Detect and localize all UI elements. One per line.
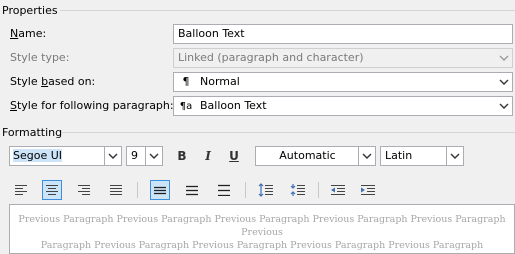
style-based-on-value: Normal <box>200 75 240 88</box>
align-left-icon <box>15 185 27 195</box>
increase-paragraph-spacing-button[interactable] <box>256 180 276 200</box>
single-spacing-icon <box>154 186 166 195</box>
style-type-label: Style type: <box>10 51 70 64</box>
align-center-button[interactable] <box>42 180 62 200</box>
style-type-value: Linked (paragraph and character) <box>178 51 364 64</box>
align-left-button[interactable] <box>11 180 31 200</box>
properties-divider <box>60 10 515 11</box>
toolbar-separator <box>245 182 246 198</box>
chevron-down-icon[interactable] <box>446 147 463 165</box>
single-spacing-button[interactable] <box>150 180 170 200</box>
script-dropdown[interactable]: Latin <box>380 146 464 166</box>
decrease-indent-icon <box>331 185 345 195</box>
one-and-half-spacing-icon <box>186 185 198 196</box>
chevron-down-icon[interactable] <box>145 147 162 165</box>
preview-previous-paragraph-line: Paragraph Previous Paragraph Previous Pa… <box>40 240 484 251</box>
chevron-down-icon[interactable] <box>496 97 512 115</box>
align-center-icon <box>46 185 58 195</box>
font-size-value: 9 <box>131 149 138 162</box>
chevron-down-icon[interactable] <box>104 147 121 165</box>
increase-indent-icon <box>361 185 375 195</box>
increase-indent-button[interactable] <box>358 180 378 200</box>
properties-group-title: Properties <box>2 4 58 17</box>
name-value: Balloon Text <box>178 27 245 40</box>
font-size-dropdown[interactable]: 9 <box>126 146 163 166</box>
align-right-button[interactable] <box>74 180 94 200</box>
bold-button[interactable]: B <box>172 146 192 166</box>
decrease-indent-button[interactable] <box>328 180 348 200</box>
linked-style-icon: ¶a <box>179 101 193 112</box>
font-color-value: Automatic <box>279 149 336 162</box>
style-based-on-dropdown[interactable]: ¶ Normal <box>173 72 513 92</box>
font-color-dropdown[interactable]: Automatic <box>255 146 376 166</box>
following-style-dropdown[interactable]: ¶a Balloon Text <box>173 96 513 116</box>
toolbar-separator <box>318 182 319 198</box>
preview-previous-paragraph-line: Previous Paragraph Previous Paragraph Pr… <box>18 214 506 238</box>
double-spacing-icon <box>218 184 230 196</box>
toolbar-separator <box>137 182 138 198</box>
formatting-group-title: Formatting <box>2 126 63 139</box>
name-field[interactable]: Balloon Text <box>173 24 513 44</box>
name-label: Name: <box>10 27 47 40</box>
increase-spacing-icon <box>258 183 273 197</box>
underline-button[interactable]: U <box>224 146 244 166</box>
formatting-divider <box>62 132 515 133</box>
justify-icon <box>110 185 122 195</box>
align-right-icon <box>78 185 90 195</box>
decrease-spacing-icon <box>290 184 305 196</box>
following-style-label: Style for following paragraph: <box>10 99 174 112</box>
double-spacing-button[interactable] <box>214 180 234 200</box>
script-value: Latin <box>385 149 413 162</box>
justify-button[interactable] <box>106 180 126 200</box>
decrease-paragraph-spacing-button[interactable] <box>288 180 308 200</box>
font-dropdown[interactable]: Segoe UI <box>9 146 122 166</box>
one-and-half-spacing-button[interactable] <box>182 180 202 200</box>
style-based-on-label: Style based on: <box>10 75 96 88</box>
font-value: Segoe UI <box>13 149 63 162</box>
chevron-down-icon[interactable] <box>496 73 512 91</box>
paragraph-mark-icon: ¶ <box>182 75 190 88</box>
italic-button[interactable]: I <box>198 146 218 166</box>
style-type-dropdown: Linked (paragraph and character) <box>173 48 513 68</box>
chevron-down-icon[interactable] <box>358 147 375 165</box>
following-style-value: Balloon Text <box>200 99 267 112</box>
chevron-down-icon <box>496 49 512 67</box>
